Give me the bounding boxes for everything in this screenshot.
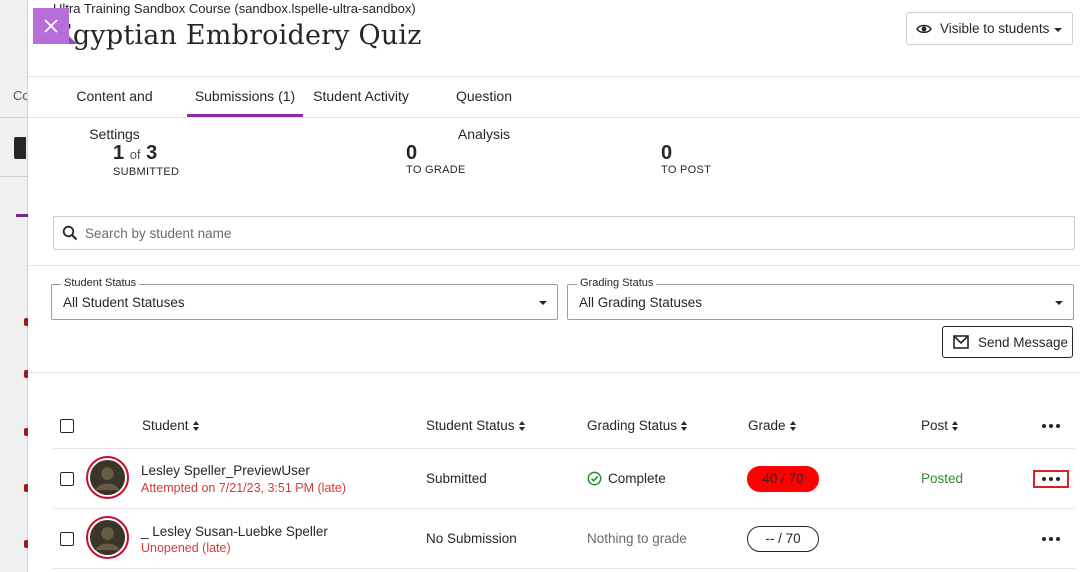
check-circle-icon: [587, 471, 602, 486]
post-status: Posted: [921, 471, 964, 486]
search-icon: [62, 225, 78, 241]
column-header-grade[interactable]: Grade: [748, 418, 798, 433]
page-title: Egyptian Embroidery Quiz: [53, 20, 422, 51]
close-icon: [44, 19, 58, 33]
background-divider: [0, 117, 28, 118]
attempt-info: Attempted on 7/21/23, 3:51 PM (late): [141, 481, 346, 495]
row-divider: [53, 508, 1075, 509]
close-panel-button[interactable]: [33, 8, 77, 44]
grading-status-filter[interactable]: Grading Status All Grading Statuses: [567, 277, 1074, 320]
stat-to-post-count: 0: [661, 142, 673, 164]
attempt-info: Unopened (late): [141, 541, 231, 555]
chevron-down-icon: [539, 301, 547, 305]
select-all-checkbox[interactable]: [60, 419, 74, 433]
chevron-down-icon: [1055, 301, 1063, 305]
student-status: Submitted: [426, 471, 487, 486]
send-message-label: Send Message: [978, 334, 1069, 350]
background-block: [14, 137, 26, 159]
student-name[interactable]: _ Lesley Susan-Luebke Speller: [141, 524, 328, 539]
stat-to-post-label: TO POST: [661, 164, 712, 176]
grading-status-label: Complete: [608, 471, 666, 486]
row-divider: [53, 448, 1075, 449]
background-course-page: Co: [0, 0, 28, 572]
submissions-panel: Ultra Training Sandbox Course (sandbox.l…: [28, 0, 1080, 572]
header-more-options-button[interactable]: [1033, 417, 1069, 435]
divider: [28, 265, 1080, 266]
sort-icon: [681, 421, 689, 431]
stat-to-post: 0 TO POST: [661, 143, 711, 176]
sort-icon: [952, 421, 960, 431]
stat-submitted: 1 of 3 SUBMITTED: [113, 143, 179, 178]
stat-submitted-total: 3: [146, 142, 158, 164]
background-divider: [0, 176, 28, 177]
column-header-post[interactable]: Post: [921, 418, 960, 433]
tab-submissions[interactable]: Submissions (1): [187, 77, 303, 117]
stat-submitted-label: SUBMITTED: [113, 166, 180, 178]
tab-bar: Content and Settings Submissions (1) Stu…: [28, 76, 1080, 142]
avatar: [86, 456, 129, 499]
sort-icon: [518, 421, 527, 431]
row-more-options-button[interactable]: [1033, 470, 1069, 488]
background-accent: [16, 214, 28, 217]
column-header-student-status-label: Student Status: [426, 418, 515, 433]
grade-pill[interactable]: -- / 70: [747, 526, 819, 552]
column-header-grading-status-label: Grading Status: [587, 418, 678, 433]
avatar-silhouette-icon: [89, 459, 126, 496]
column-header-grade-label: Grade: [748, 418, 786, 433]
stat-to-grade-count: 0: [406, 142, 418, 164]
tab-student-activity[interactable]: Student Activity: [312, 77, 410, 117]
sort-icon: [192, 421, 201, 431]
column-header-student-label: Student: [142, 418, 189, 433]
background-partial-text: Co: [13, 88, 27, 103]
avatar: [86, 516, 129, 559]
envelope-icon: [953, 335, 969, 349]
grading-status: Complete: [587, 471, 666, 486]
visibility-label: Visible to students: [940, 21, 1050, 36]
row-checkbox[interactable]: [60, 472, 74, 486]
course-name: Ultra Training Sandbox Course (sandbox.l…: [53, 1, 416, 16]
tab-question-analysis[interactable]: Question Analysis: [429, 77, 539, 142]
row-more-options-button[interactable]: [1033, 530, 1069, 548]
student-search: [53, 216, 1075, 250]
column-header-grading-status[interactable]: Grading Status: [587, 418, 689, 433]
send-message-button[interactable]: Send Message: [942, 326, 1073, 358]
stat-to-grade-label: TO GRADE: [406, 164, 466, 176]
student-status-filter[interactable]: Student Status All Student Statuses: [51, 277, 558, 320]
column-header-student[interactable]: Student: [142, 418, 201, 433]
student-status-filter-legend: Student Status: [61, 277, 140, 289]
divider: [28, 372, 1080, 373]
stat-submitted-of: of: [129, 147, 141, 162]
grading-status-filter-value: All Grading Statuses: [579, 295, 703, 310]
stat-submitted-count: 1: [113, 142, 125, 164]
tab-content-and-settings[interactable]: Content and Settings: [51, 77, 178, 142]
student-status-filter-value: All Student Statuses: [63, 295, 185, 310]
avatar-silhouette-icon: [89, 519, 126, 556]
column-header-student-status[interactable]: Student Status: [426, 418, 527, 433]
eye-icon: [916, 24, 932, 33]
visibility-dropdown[interactable]: Visible to students: [906, 12, 1073, 45]
sort-icon: [789, 421, 798, 431]
column-header-post-label: Post: [921, 418, 949, 433]
grading-status: Nothing to grade: [587, 531, 687, 546]
student-status: No Submission: [426, 531, 517, 546]
student-name[interactable]: Lesley Speller_PreviewUser: [141, 463, 310, 478]
search-input[interactable]: [85, 225, 985, 241]
grading-status-filter-legend: Grading Status: [577, 277, 657, 289]
grade-pill[interactable]: 40 / 70: [747, 466, 819, 492]
row-divider: [53, 568, 1075, 569]
stat-to-grade: 0 TO GRADE: [406, 143, 466, 176]
row-checkbox[interactable]: [60, 532, 74, 546]
chevron-down-icon: [1054, 28, 1062, 32]
